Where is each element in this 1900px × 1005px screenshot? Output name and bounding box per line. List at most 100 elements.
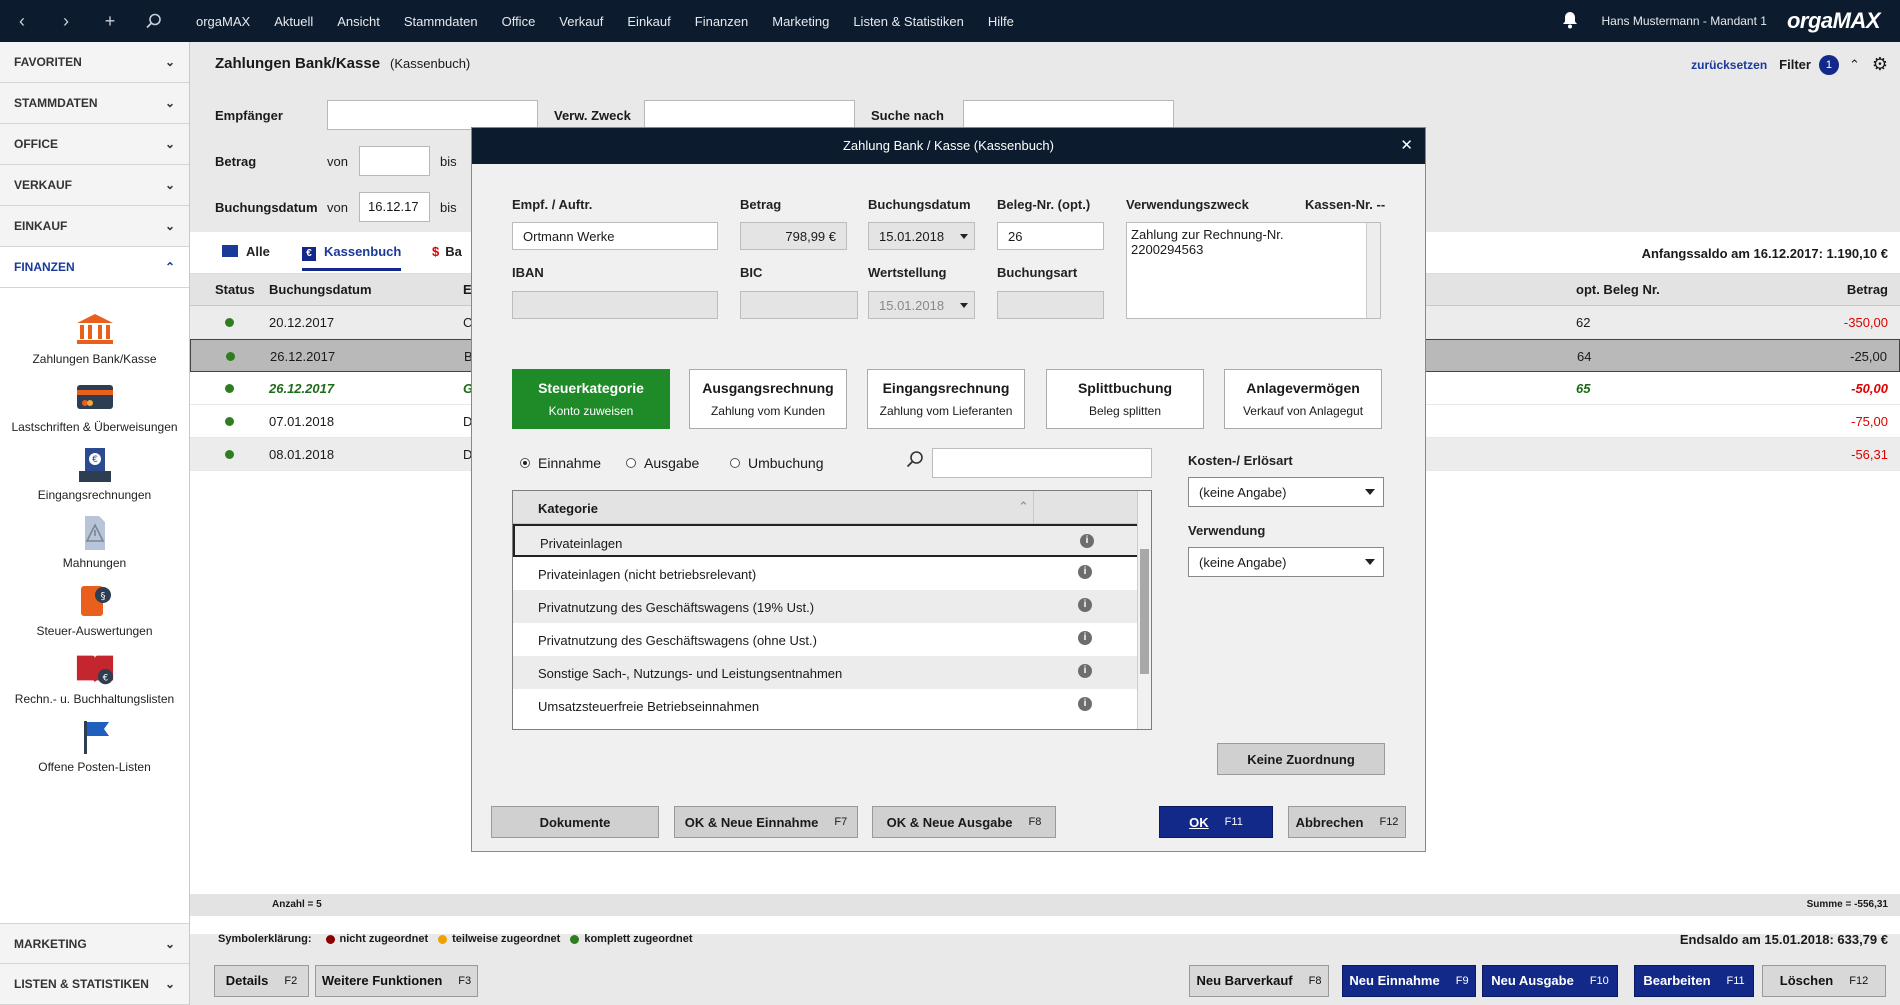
menu-finanzen[interactable]: Finanzen (695, 14, 748, 29)
abbrechen-button[interactable]: Abbrechen F12 (1288, 806, 1406, 838)
sidebar-section-listen[interactable]: LISTEN & STATISTIKEN ⌄ (0, 964, 189, 1005)
kategorie-row[interactable]: Privateinlagen (nicht betriebsrelevant) i (513, 557, 1151, 590)
ausgangsrechnung-button[interactable]: Ausgangsrechnung Zahlung vom Kunden (689, 369, 847, 429)
sidebar-section-verkauf[interactable]: VERKAUF ⌄ (0, 165, 189, 206)
menu-listen[interactable]: Listen & Statistiken (853, 14, 964, 29)
buchungsdatum-von-input[interactable]: 16.12.17 (359, 192, 430, 222)
info-icon[interactable]: i (1078, 631, 1092, 645)
search-icon[interactable] (132, 0, 176, 42)
loeschen-button[interactable]: Löschen F12 (1762, 964, 1886, 997)
kategorie-row[interactable]: Privatnutzung des Geschäftswagens (ohne … (513, 623, 1151, 656)
info-icon[interactable]: i (1078, 697, 1092, 711)
beleg-input[interactable]: 26 (997, 222, 1104, 250)
kategorie-header-label[interactable]: Kategorie (538, 501, 598, 516)
sidebar-section-einkauf[interactable]: EINKAUF ⌄ (0, 206, 189, 247)
reset-link[interactable]: zurücksetzen (1691, 58, 1767, 72)
search-icon[interactable] (906, 450, 924, 471)
bic-input[interactable] (740, 291, 858, 319)
menu-hilfe[interactable]: Hilfe (988, 14, 1014, 29)
menu-aktuell[interactable]: Aktuell (274, 14, 313, 29)
radio-umbuchung[interactable]: Umbuchung (730, 455, 824, 471)
ok-neue-ausgabe-button[interactable]: OK & Neue Ausgabe F8 (872, 806, 1056, 838)
empfaenger-input[interactable] (327, 100, 538, 130)
menu-marketing[interactable]: Marketing (772, 14, 829, 29)
buchungsart-input[interactable] (997, 291, 1104, 319)
plus-icon[interactable]: + (88, 0, 132, 42)
chevron-up-icon[interactable]: ⌃ (1849, 57, 1860, 73)
ok-neue-einnahme-button[interactable]: OK & Neue Einnahme F7 (674, 806, 858, 838)
suche-nach-input[interactable] (963, 100, 1174, 130)
col-betrag[interactable]: Betrag (1847, 282, 1888, 297)
sidebar-item-lastschriften[interactable]: Lastschriften & Überweisungen (0, 380, 189, 434)
kategorie-row[interactable]: Umsatzsteuerfreie Betriebseinnahmen i (513, 689, 1151, 722)
tab-kassenbuch[interactable]: € Kassenbuch (302, 244, 402, 271)
col-status[interactable]: Status (215, 282, 255, 297)
col-beleg[interactable]: opt. Beleg Nr. (1576, 282, 1660, 297)
splittbuchung-button[interactable]: Splittbuchung Beleg splitten (1046, 369, 1204, 429)
iban-input[interactable] (512, 291, 718, 319)
info-icon[interactable]: i (1080, 534, 1094, 548)
menu-stammdaten[interactable]: Stammdaten (404, 14, 478, 29)
info-icon[interactable]: i (1078, 565, 1092, 579)
textarea-scrollbar[interactable] (1366, 223, 1380, 318)
empf-input[interactable]: Ortmann Werke (512, 222, 718, 250)
tab-alle[interactable]: Alle (222, 244, 270, 259)
sidebar-section-finanzen[interactable]: FINANZEN ⌃ (0, 247, 189, 288)
close-icon[interactable]: ✕ (1400, 128, 1413, 164)
menu-einkauf[interactable]: Einkauf (627, 14, 670, 29)
col-buchungsdatum[interactable]: Buchungsdatum (269, 282, 372, 297)
sidebar-section-favoriten[interactable]: FAVORITEN ⌄ (0, 42, 189, 83)
neu-einnahme-button[interactable]: Neu Einnahme F9 (1342, 964, 1476, 997)
buchungsdatum-select[interactable]: 15.01.2018 (868, 222, 975, 250)
tab-bank[interactable]: $ Ba (432, 244, 462, 259)
menu-ansicht[interactable]: Ansicht (337, 14, 380, 29)
sidebar-section-stammdaten[interactable]: STAMMDATEN ⌄ (0, 83, 189, 124)
keine-zuordnung-button[interactable]: Keine Zuordnung (1217, 743, 1385, 775)
kategorie-scrollbar[interactable] (1137, 491, 1151, 729)
back-icon[interactable]: ‹ (0, 0, 44, 42)
menu-orgamax[interactable]: orgaMAX (196, 14, 250, 29)
betrag-von-input[interactable] (359, 146, 430, 176)
info-icon[interactable]: i (1078, 598, 1092, 612)
bearbeiten-button[interactable]: Bearbeiten F11 (1634, 964, 1754, 997)
sidebar-item-buchhaltungslisten[interactable]: € Rechn.- u. Buchhaltungslisten (0, 652, 189, 706)
eingangsrechnung-button[interactable]: Eingangsrechnung Zahlung vom Lieferanten (867, 369, 1025, 429)
betrag-input[interactable]: 798,99 € (740, 222, 847, 250)
sidebar-item-eingangsrechnungen[interactable]: € Eingangsrechnungen (0, 448, 189, 502)
info-icon[interactable]: i (1078, 664, 1092, 678)
sidebar-item-offene-posten[interactable]: Offene Posten-Listen (0, 720, 189, 774)
verwendung-select[interactable]: (keine Angabe) (1188, 547, 1384, 577)
page-subtitle: (Kassenbuch) (390, 55, 471, 71)
menu-office[interactable]: Office (502, 14, 536, 29)
kategorie-row[interactable]: Privatnutzung des Geschäftswagens (19% U… (513, 590, 1151, 623)
sidebar-item-zahlungen[interactable]: Zahlungen Bank/Kasse (0, 312, 189, 366)
kategorie-search-input[interactable] (932, 448, 1152, 478)
sidebar-item-mahnungen[interactable]: Mahnungen (0, 516, 189, 570)
ok-button[interactable]: OK F11 (1159, 806, 1273, 838)
sidebar-section-marketing[interactable]: MARKETING ⌄ (0, 923, 189, 964)
filter-label[interactable]: Filter (1779, 57, 1811, 72)
scrollbar-thumb[interactable] (1140, 549, 1149, 674)
menu-verkauf[interactable]: Verkauf (559, 14, 603, 29)
neu-ausgabe-button[interactable]: Neu Ausgabe F10 (1482, 964, 1618, 997)
user-label[interactable]: Hans Mustermann - Mandant 1 (1602, 14, 1767, 28)
kategorie-row[interactable]: Privateinlagen i (513, 524, 1151, 557)
radio-ausgabe[interactable]: Ausgabe (626, 455, 699, 471)
kategorie-row[interactable]: Sonstige Sach-, Nutzungs- und Leistungse… (513, 656, 1151, 689)
weitere-funktionen-button[interactable]: Weitere Funktionen F3 (315, 964, 478, 997)
radio-einnahme[interactable]: Einnahme (520, 455, 601, 471)
verwendungszweck-textarea[interactable]: Zahlung zur Rechnung-Nr. 2200294563 (1126, 222, 1381, 319)
sidebar-section-office[interactable]: OFFICE ⌄ (0, 124, 189, 165)
forward-icon[interactable]: › (44, 0, 88, 42)
sidebar-item-steuer[interactable]: § Steuer-Auswertungen (0, 584, 189, 638)
steuerkategorie-button[interactable]: Steuerkategorie Konto zuweisen (512, 369, 670, 429)
anlagevermoegen-button[interactable]: Anlagevermögen Verkauf von Anlagegut (1224, 369, 1382, 429)
gear-icon[interactable]: ⚙ (1872, 54, 1888, 75)
wertstellung-select[interactable]: 15.01.2018 (868, 291, 975, 319)
neu-barverkauf-button[interactable]: Neu Barverkauf F8 (1189, 964, 1329, 997)
bell-icon[interactable] (1562, 11, 1578, 32)
kosten-select[interactable]: (keine Angabe) (1188, 477, 1384, 507)
verw-zweck-input[interactable] (644, 100, 855, 130)
dokumente-button[interactable]: Dokumente (491, 806, 659, 838)
details-button[interactable]: Details F2 (214, 964, 309, 997)
